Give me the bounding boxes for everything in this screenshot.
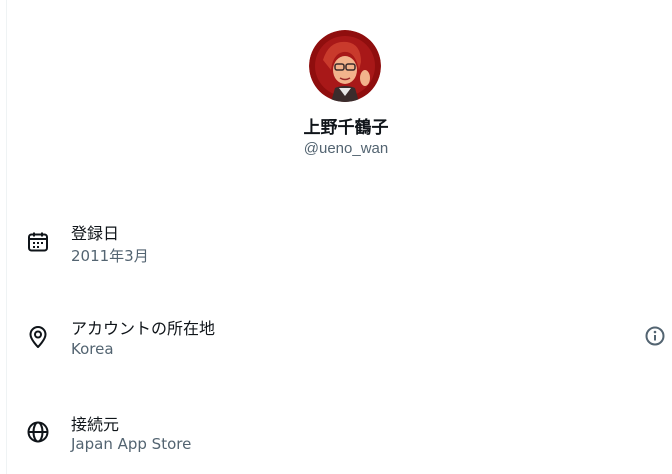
account-location-value: Korea [71,340,114,358]
connected-via-row: 接続元 Japan App Store [0,405,672,465]
info-icon[interactable] [644,325,666,347]
account-location-row: アカウントの所在地 Korea [0,309,672,369]
connected-via-label: 接続元 [71,415,120,434]
avatar-image [309,30,381,102]
avatar[interactable] [309,30,381,102]
joined-date-label: 登録日 [71,224,120,243]
username-handle: @ueno_wan [303,140,389,157]
calendar-icon [26,230,50,254]
joined-date-row: 登録日 2011年3月 [0,214,672,274]
joined-date-value: 2011年3月 [71,247,149,265]
globe-icon [26,420,50,444]
location-pin-icon [26,325,50,349]
display-name: 上野千鶴子 [303,118,389,138]
connected-via-value: Japan App Store [71,435,192,453]
account-location-label: アカウントの所在地 [71,319,216,338]
